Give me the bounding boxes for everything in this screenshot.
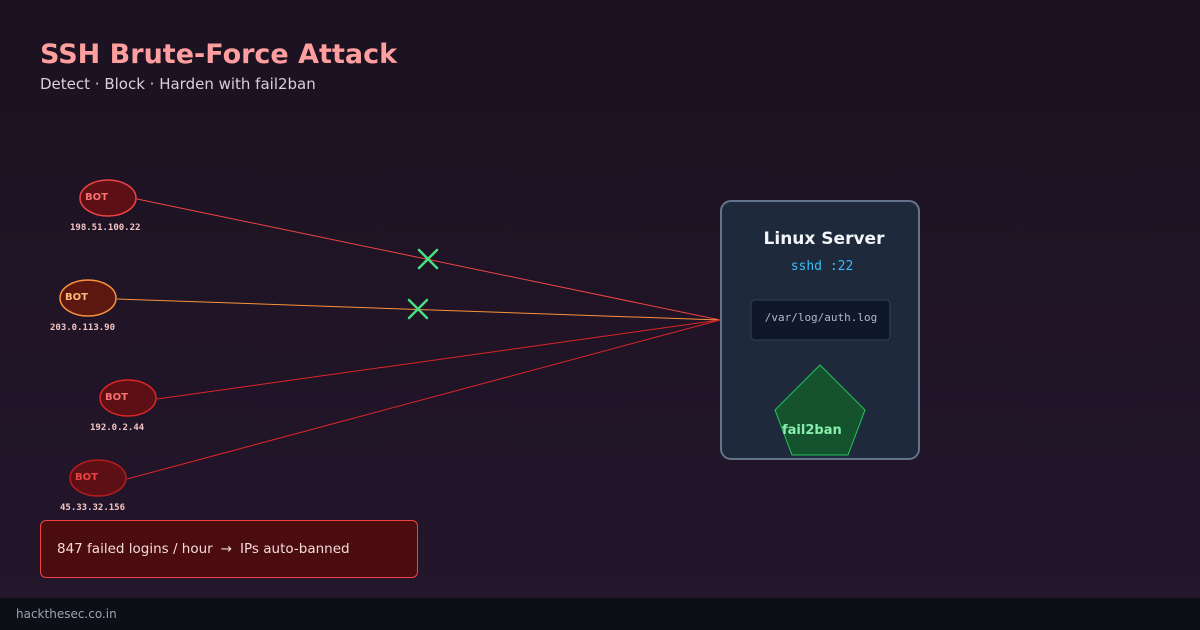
footer-bar: hackthesec.co.in — [0, 598, 1200, 630]
bot-ip: 198.51.100.22 — [70, 223, 140, 233]
bot-node: BOT 45.33.32.156 — [60, 459, 127, 513]
attack-lines — [116, 198, 721, 480]
log-path: /var/log/auth.log — [765, 311, 878, 324]
bot-node: BOT 203.0.113.90 — [50, 279, 117, 333]
bot-label: BOT — [105, 392, 128, 403]
bot-label: BOT — [65, 292, 88, 303]
stat-result: IPs auto-banned — [240, 541, 350, 557]
blocked-x-icon — [417, 248, 439, 270]
server-service: sshd :22 — [791, 259, 854, 274]
bot-node: BOT 198.51.100.22 — [70, 179, 140, 233]
attack-line-3 — [156, 319, 721, 400]
bot-ip: 203.0.113.90 — [50, 323, 115, 333]
footer-site: hackthesec.co.in — [16, 607, 117, 621]
stat-text: 847 failed logins / hour — [57, 541, 213, 557]
bot-ip: 45.33.32.156 — [60, 503, 125, 513]
arrow-icon: → — [220, 541, 233, 557]
server-panel: Linux Server sshd :22 /var/log/auth.log … — [720, 200, 920, 460]
bot-label: BOT — [75, 472, 98, 483]
bot-ip: 192.0.2.44 — [90, 423, 145, 433]
stat-callout: 847 failed logins / hour → IPs auto-bann… — [40, 520, 418, 578]
attack-line-4 — [126, 319, 721, 480]
fail2ban-label: fail2ban — [782, 423, 842, 438]
server-title: Linux Server — [764, 229, 886, 249]
attack-diagram: BOT 198.51.100.22 BOT 203.0.113.90 BOT 1… — [50, 179, 920, 513]
bot-label: BOT — [85, 192, 108, 203]
bot-node: BOT 192.0.2.44 — [90, 379, 157, 433]
